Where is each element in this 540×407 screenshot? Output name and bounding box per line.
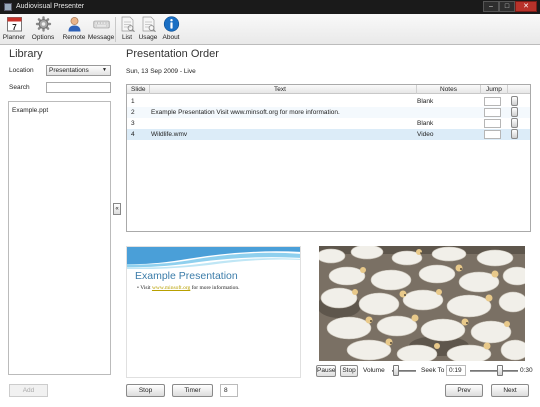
about-button[interactable]: About — [159, 15, 183, 44]
toolbar-label-usage: Usage — [138, 34, 158, 41]
row-slide-number: 3 — [131, 120, 135, 127]
toolbar-label-list: List — [121, 34, 133, 41]
volume-slider-thumb[interactable] — [392, 365, 399, 376]
person-icon — [68, 17, 80, 32]
slide-link[interactable]: www.minsoft.org — [152, 285, 190, 291]
maximize-button[interactable]: □ — [499, 1, 515, 12]
toolbar-label-remote: Remote — [62, 34, 86, 41]
row-slide-number: 1 — [131, 98, 135, 105]
list-item[interactable]: Example.ppt — [12, 107, 48, 114]
jump-field[interactable] — [484, 108, 501, 117]
seek-label: Seek To — [421, 367, 445, 374]
video-preview[interactable] — [319, 246, 525, 361]
row-text: Wildlife.wmv — [151, 131, 188, 138]
page-title: Presentation Order — [126, 48, 219, 60]
jump-button[interactable] — [511, 118, 518, 128]
seek-slider-track[interactable] — [470, 370, 518, 372]
table-row-selected[interactable]: 4 Wildlife.wmv Video — [127, 129, 530, 140]
column-header-notes[interactable]: Notes — [440, 86, 457, 93]
slide-preview: Example Presentation • Visit www.minsoft… — [126, 246, 301, 378]
jump-field[interactable] — [484, 119, 501, 128]
jump-field[interactable] — [484, 130, 501, 139]
presentation-table: Slide Text Notes Jump 1 Blank 2 Example … — [126, 84, 531, 232]
seek-slider-thumb[interactable] — [497, 365, 504, 376]
prev-button[interactable]: Prev — [445, 384, 483, 397]
row-slide-number: 4 — [131, 131, 135, 138]
info-icon — [163, 16, 179, 32]
row-text: Example Presentation Visit www.minsoft.o… — [151, 109, 340, 116]
search-label: Search — [9, 84, 30, 91]
column-header-text[interactable]: Text — [274, 86, 286, 93]
column-header-slide[interactable]: Slide — [131, 86, 145, 93]
toolbar-label-about: About — [162, 34, 180, 41]
location-label: Location — [9, 67, 34, 74]
volume-label: Volume — [363, 367, 385, 374]
library-title: Library — [9, 48, 43, 60]
next-button[interactable]: Next — [491, 384, 529, 397]
timer-value[interactable]: 8 — [220, 384, 238, 397]
keyboard-icon — [93, 20, 109, 29]
presentation-date: Sun, 13 Sep 2009 - Live — [126, 68, 196, 75]
column-header-jump[interactable]: Jump — [486, 86, 502, 93]
list-document-icon — [121, 16, 135, 32]
usage-button[interactable]: Usage — [137, 15, 159, 44]
toolbar-label-message: Message — [87, 34, 115, 41]
toolbar: 7 Planner Options Remote Message List Us… — [0, 14, 540, 45]
title-bar: Audiovisual Presenter – □ ✕ — [0, 0, 540, 14]
video-frame-image — [319, 246, 525, 361]
gear-icon — [35, 16, 51, 32]
jump-field[interactable] — [484, 97, 501, 106]
table-header: Slide Text Notes Jump — [127, 85, 530, 94]
jump-button[interactable] — [511, 107, 518, 117]
stop-button[interactable]: Stop — [126, 384, 165, 397]
jump-button[interactable] — [511, 129, 518, 139]
usage-document-icon — [142, 16, 156, 32]
location-value: Presentations — [49, 67, 89, 74]
slide-header-swoosh — [127, 247, 300, 269]
seek-time-field[interactable]: 0:19 — [446, 365, 466, 376]
slide-bullet-suffix: for more information. — [190, 285, 240, 291]
planner-button[interactable]: 7 Planner — [2, 15, 26, 44]
toolbar-label-options: Options — [31, 34, 55, 41]
window-title: Audiovisual Presenter — [16, 3, 85, 10]
calendar-icon: 7 — [6, 17, 22, 32]
slide-bullet-prefix: • Visit — [137, 285, 152, 291]
minimize-button[interactable]: – — [483, 1, 499, 12]
toolbar-label-planner: Planner — [2, 34, 26, 41]
jump-button[interactable] — [511, 96, 518, 106]
row-notes: Blank — [417, 120, 434, 127]
collapse-library-button[interactable]: « — [113, 203, 121, 215]
dropdown-arrow-icon: ▼ — [102, 67, 107, 73]
options-button[interactable]: Options — [26, 15, 60, 44]
app-icon — [4, 3, 12, 11]
library-list[interactable]: Example.ppt — [8, 101, 111, 375]
close-button[interactable]: ✕ — [515, 1, 537, 12]
row-notes: Video — [417, 131, 434, 138]
message-button[interactable]: Message — [87, 15, 115, 44]
add-button[interactable]: Add — [9, 384, 48, 397]
timer-button[interactable]: Timer — [172, 384, 213, 397]
table-row[interactable]: 2 Example Presentation Visit www.minsoft… — [127, 107, 530, 118]
toolbar-separator — [115, 17, 116, 42]
duration-label: 0:30 — [520, 367, 533, 374]
list-button[interactable]: List — [117, 15, 137, 44]
search-input[interactable] — [46, 82, 111, 93]
svg-text:7: 7 — [12, 23, 17, 32]
row-slide-number: 2 — [131, 109, 135, 116]
slide-title: Example Presentation — [135, 270, 238, 282]
location-dropdown[interactable]: Presentations ▼ — [46, 65, 111, 76]
row-notes: Blank — [417, 98, 434, 105]
table-row[interactable]: 3 Blank — [127, 118, 530, 129]
slide-bullet: • Visit www.minsoft.org for more informa… — [137, 285, 240, 291]
stop-video-button[interactable]: Stop — [340, 365, 358, 377]
remote-button[interactable]: Remote — [60, 15, 88, 44]
table-row[interactable]: 1 Blank — [127, 96, 530, 107]
pause-button[interactable]: Pause — [316, 365, 336, 377]
